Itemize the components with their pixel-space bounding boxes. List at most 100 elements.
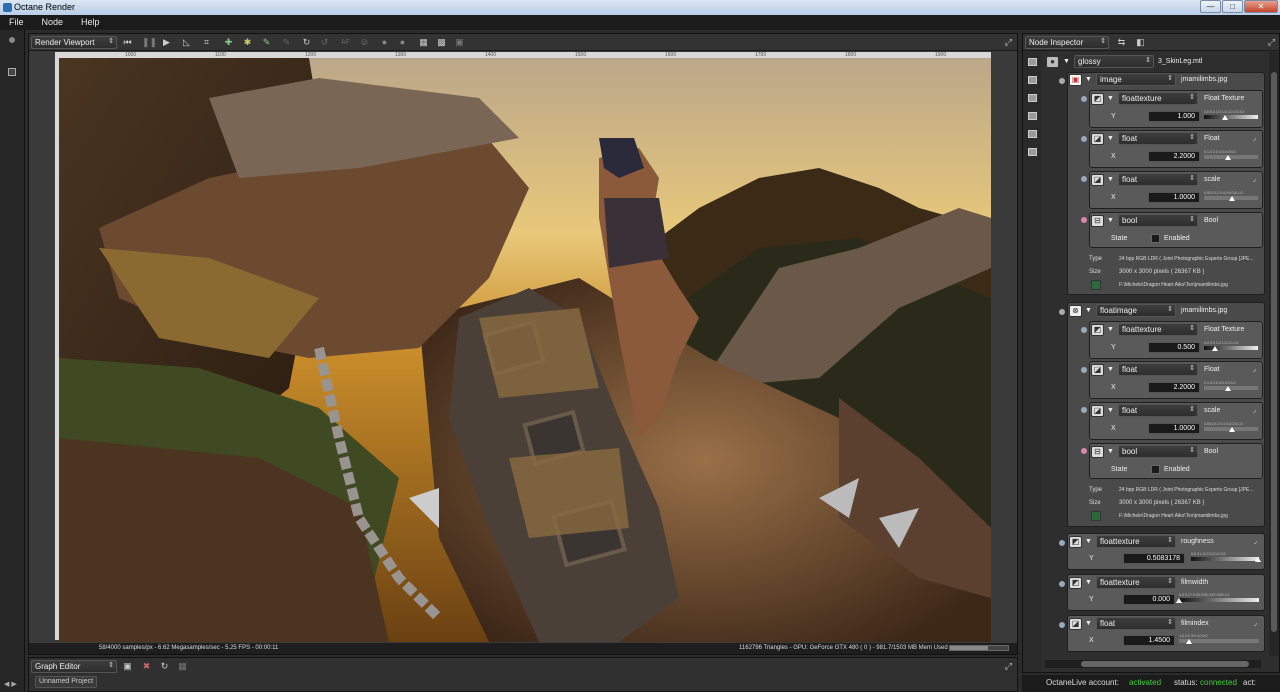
texture-preview-icon[interactable] (1091, 280, 1101, 290)
inspector-horizontal-scrollbar[interactable] (1045, 660, 1261, 668)
gamma-type-select[interactable]: floattexture ⇕ (1118, 92, 1198, 105)
panel-icon[interactable] (1028, 94, 1037, 102)
close-button[interactable]: ✕ (1244, 0, 1278, 13)
checker-icon[interactable]: ▩ (436, 37, 447, 48)
roughness-value-field[interactable]: 0.5083178 (1123, 553, 1185, 564)
power-value-field[interactable]: 2.2000 (1148, 151, 1200, 162)
slider-thumb[interactable] (1225, 155, 1232, 160)
collapse-arrow-icon[interactable]: ▼ (1085, 76, 1092, 83)
material-pick-icon[interactable]: ✎ (261, 37, 272, 48)
fullscreen-icon[interactable]: ⤢ (1266, 37, 1277, 48)
pin-connector-icon[interactable] (1059, 78, 1065, 84)
curve-icon[interactable]: ◞ (1254, 537, 1257, 545)
collapse-arrow-icon[interactable]: ▼ (1107, 176, 1114, 183)
scale-slider[interactable]: 0.001 0.2 0.4 0.6 0.8 1.0 (1204, 190, 1258, 201)
filmwidth-type-select[interactable]: floattexture ⇕ (1096, 576, 1176, 589)
grid-icon[interactable]: ▦ (418, 37, 429, 48)
focus-pick-icon[interactable]: ✚ (223, 37, 234, 48)
collapse-arrow-icon[interactable]: ▼ (1107, 135, 1114, 142)
curve-icon[interactable]: ◞ (1253, 406, 1256, 414)
texture-preview-icon[interactable] (1091, 511, 1101, 521)
scale-value-field[interactable]: 1.0000 (1148, 192, 1200, 203)
collapse-arrow-icon[interactable]: ▼ (1107, 217, 1114, 224)
pin-connector-icon[interactable] (1059, 622, 1065, 628)
collapse-arrow-icon[interactable]: ▼ (1107, 326, 1114, 333)
slider-thumb[interactable] (1176, 598, 1182, 603)
slider-thumb[interactable] (1211, 346, 1218, 351)
menu-file[interactable]: File (0, 15, 33, 30)
curve-icon[interactable]: ◞ (1254, 619, 1257, 627)
dock-icon[interactable]: ◧ (1135, 37, 1146, 48)
power-type-select[interactable]: float ⇕ (1118, 132, 1198, 145)
af-icon[interactable]: AF (340, 37, 351, 48)
gamma-slider[interactable]: 0.0 0.5 1.0 1.5 2.0 2.5 (1204, 340, 1258, 351)
list-icon[interactable] (1028, 58, 1037, 66)
pin-connector-icon[interactable] (1081, 217, 1087, 223)
collapse-arrow-icon[interactable]: ▼ (1107, 407, 1114, 414)
play-icon[interactable]: ▶ (161, 37, 172, 48)
filmwidth-slider[interactable]: 0.0 0.17 0.33 0.50 0.67 0.83 1.0 (1176, 592, 1259, 603)
filmwidth-value-field[interactable]: 0.000 (1123, 594, 1175, 605)
slider-thumb[interactable] (1229, 196, 1236, 201)
graph-editor-select[interactable]: Graph Editor ⇕ (31, 660, 117, 673)
scale-type-select[interactable]: float ⇕ (1118, 173, 1198, 186)
gamma-value-field[interactable]: 0.500 (1148, 342, 1200, 353)
invert-type-select[interactable]: bool ⇕ (1118, 445, 1198, 458)
collapse-icon[interactable]: ⇆ (1116, 37, 1127, 48)
slider-thumb[interactable] (1254, 557, 1261, 562)
rewind-icon[interactable]: ⏮ (122, 37, 133, 48)
rgb-icon[interactable]: ● (397, 37, 408, 48)
filmindex-type-select[interactable]: float ⇕ (1096, 617, 1176, 630)
root-type-select[interactable]: glossy ⇕ (1074, 55, 1154, 68)
save-graph-icon[interactable]: ▣ (122, 661, 133, 672)
pin-connector-icon[interactable] (1081, 407, 1087, 413)
fullscreen-icon[interactable]: ⤢ (1003, 37, 1014, 48)
render-pass-icon[interactable]: ● (379, 37, 390, 48)
minimize-button[interactable]: — (1200, 0, 1221, 13)
slider-thumb[interactable] (1225, 386, 1232, 391)
power-slider[interactable]: 0 1.0 2.0 3.0 4.0 5.0 (1204, 149, 1258, 160)
pin-connector-icon[interactable] (1059, 581, 1065, 587)
refresh-icon[interactable]: ↻ (301, 37, 312, 48)
object-pick-icon[interactable]: ✎ (281, 37, 292, 48)
region-icon[interactable]: ⌗ (201, 37, 212, 48)
curve-icon[interactable]: ◞ (1253, 134, 1256, 142)
collapse-arrow-icon[interactable]: ▼ (1107, 95, 1114, 102)
power-value-field[interactable]: 2.2000 (1148, 382, 1200, 393)
floatimage-type-select[interactable]: floatimage ⇕ (1096, 304, 1176, 317)
scale-value-field[interactable]: 1.0000 (1148, 423, 1200, 434)
alpha-icon[interactable]: ▣ (454, 37, 465, 48)
camera-icon[interactable]: ↺ (319, 37, 330, 48)
roughness-slider[interactable]: 0.0 0.1 0.2 0.3 0.4 0.5 (1191, 551, 1261, 562)
collapse-arrow-icon[interactable]: ▼ (1085, 307, 1092, 314)
dock-pin-icon[interactable] (9, 37, 15, 43)
delete-node-icon[interactable]: ✖ (141, 661, 152, 672)
viewport-mode-select[interactable]: Render Viewport ⇕ (31, 36, 117, 49)
dock-panel-icon[interactable] (8, 68, 16, 76)
grid-icon[interactable]: ▦ (177, 661, 188, 672)
pin-connector-icon[interactable] (1081, 327, 1087, 333)
enabled-checkbox[interactable] (1151, 234, 1160, 243)
fullscreen-icon[interactable]: ⤢ (1003, 661, 1014, 672)
pin-connector-icon[interactable] (1059, 309, 1065, 315)
scrollbar-grip[interactable] (1081, 661, 1249, 667)
curve-icon[interactable]: ◞ (1253, 365, 1256, 373)
roughness-type-select[interactable]: floattexture ⇕ (1096, 535, 1176, 548)
nodes-icon[interactable] (1028, 76, 1037, 84)
clay-icon[interactable]: ◺ (181, 37, 192, 48)
white-balance-icon[interactable]: ✱ (242, 37, 253, 48)
collapse-arrow-icon[interactable]: ▼ (1085, 579, 1092, 586)
slider-thumb[interactable] (1221, 115, 1228, 120)
filmindex-value-field[interactable]: 1.4500 (1123, 635, 1175, 646)
scale-type-select[interactable]: float ⇕ (1118, 404, 1198, 417)
scrollbar-grip[interactable] (1271, 72, 1277, 632)
tab-unnamed-project[interactable]: Unnamed Project (35, 676, 97, 688)
pin-connector-icon[interactable] (1081, 367, 1087, 373)
gamma-type-select[interactable]: floattexture ⇕ (1118, 323, 1198, 336)
collapse-arrow-icon[interactable]: ▼ (1085, 620, 1092, 627)
curve-icon[interactable]: ◞ (1253, 175, 1256, 183)
image-icon[interactable] (1028, 130, 1037, 138)
gamma-slider[interactable]: 0.0 0.5 1.0 1.5 2.0 2.5 3.0 (1204, 109, 1258, 120)
gamma-value-field[interactable]: 1.000 (1148, 111, 1200, 122)
settings-icon[interactable] (1028, 148, 1037, 156)
